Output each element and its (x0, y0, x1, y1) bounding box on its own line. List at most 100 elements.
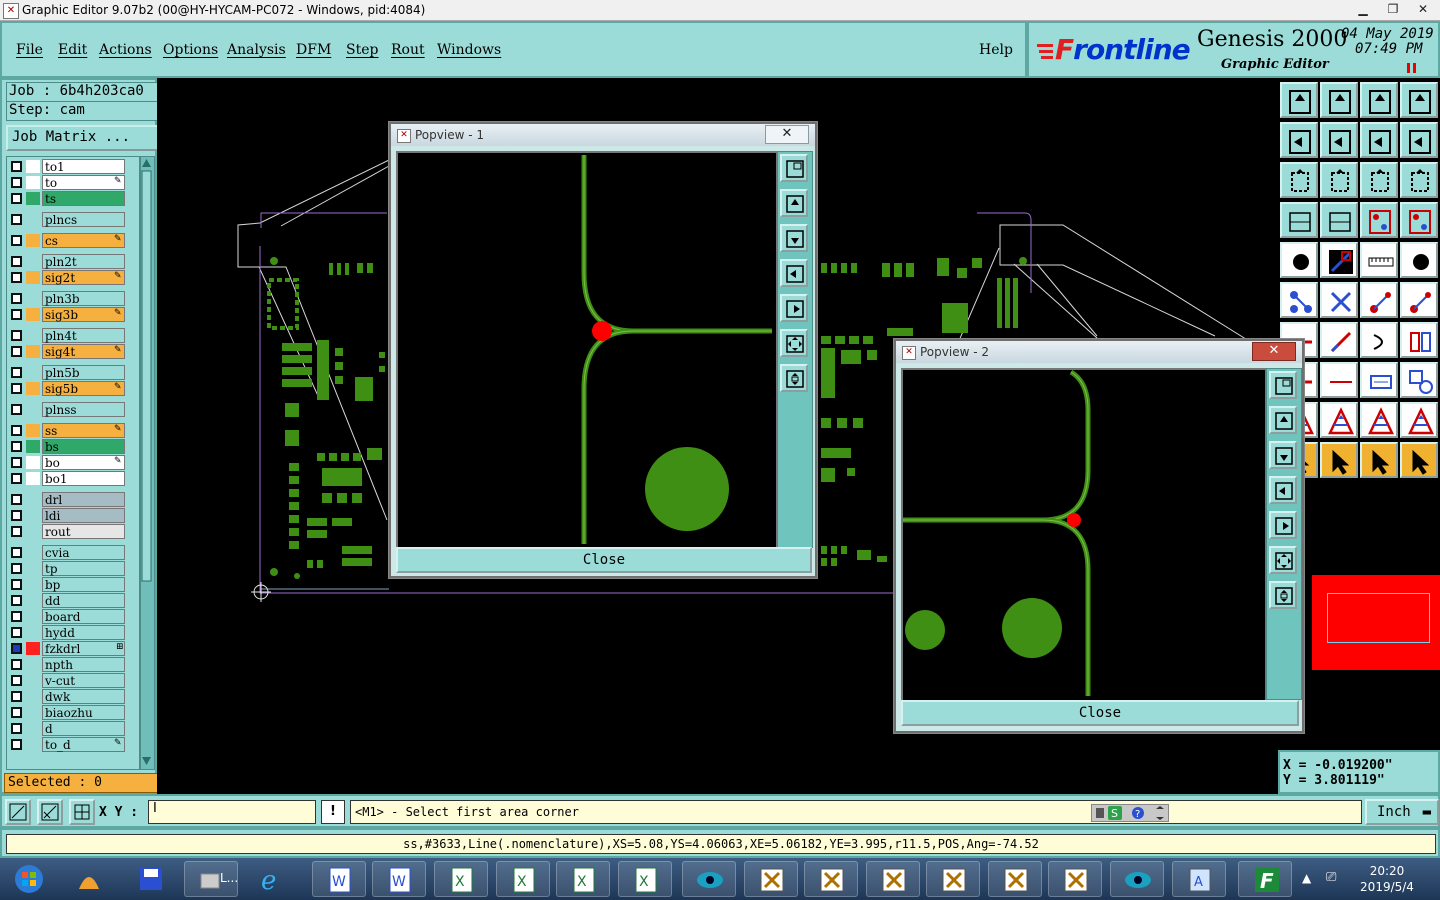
layer-checkbox[interactable] (11, 161, 22, 172)
taskbar-excel-doc-2[interactable]: X (496, 861, 550, 897)
layer-row[interactable]: bs (7, 439, 139, 454)
system-clock[interactable]: 20:20 2019/5/4 (1352, 863, 1422, 895)
network-icon[interactable]: ⎚ (1326, 870, 1336, 885)
layer-checkbox[interactable] (11, 272, 22, 283)
layer-row[interactable]: ss ✎ (7, 423, 139, 438)
layer-row[interactable]: pln2t (7, 254, 139, 269)
layer-checkbox[interactable] (11, 659, 22, 670)
home-button[interactable] (1360, 82, 1398, 118)
left-pan-button[interactable] (1280, 122, 1318, 158)
layer-checkbox[interactable] (11, 177, 22, 188)
layer-row[interactable]: npth (7, 657, 139, 672)
layer-checkbox[interactable] (11, 595, 22, 606)
layer-checkbox[interactable] (11, 346, 22, 357)
menu-rout[interactable]: Rout (391, 42, 425, 58)
layer-name[interactable]: to1 (42, 159, 125, 174)
layer-row[interactable]: ldi (7, 508, 139, 523)
pv-center-button[interactable] (780, 364, 808, 392)
layer-checkbox[interactable] (11, 611, 22, 622)
pointer-route-2-button[interactable] (1400, 442, 1438, 478)
pv-zoom-window-button[interactable] (780, 154, 808, 182)
layer-display-toggle[interactable] (26, 525, 40, 538)
line-diagonal-button[interactable] (1320, 322, 1358, 358)
pv-fit-button[interactable] (1269, 546, 1297, 574)
layer-checkbox[interactable] (11, 293, 22, 304)
layer-name[interactable]: d (42, 721, 125, 736)
layer-name[interactable]: ts (42, 191, 125, 206)
layer-checkbox[interactable] (11, 457, 22, 468)
taskbar-notepad-app[interactable]: A (1172, 861, 1226, 897)
layer-row[interactable]: to_d ✎ (7, 737, 139, 752)
layer-display-toggle[interactable] (26, 192, 40, 205)
layer-name[interactable]: sig5b (42, 381, 125, 396)
layer-display-toggle[interactable] (26, 690, 40, 703)
layer-name[interactable]: bo1 (42, 471, 125, 486)
tray-expand-icon[interactable]: ▲ (1302, 871, 1311, 885)
layer-display-toggle[interactable] (26, 509, 40, 522)
minimize-button[interactable]: ▁ (1348, 0, 1378, 20)
layer-name[interactable]: sig3b (42, 307, 125, 322)
layer-row[interactable]: ts (7, 191, 139, 206)
right-pan-button[interactable] (1320, 122, 1358, 158)
layer-name[interactable]: tp (42, 561, 125, 576)
maximize-button[interactable]: ❐ (1378, 0, 1408, 20)
layers-red-2-button[interactable] (1400, 202, 1438, 238)
layer-row[interactable]: biaozhu (7, 705, 139, 720)
layer-row[interactable]: bo1 (7, 471, 139, 486)
draw-line-button[interactable] (1320, 242, 1358, 278)
layer-name[interactable]: sig4t (42, 344, 125, 359)
pv-pan-right-button[interactable] (780, 294, 808, 322)
pv-page-down-button[interactable] (1269, 441, 1297, 469)
layer-name[interactable]: fzkdrl (42, 641, 125, 656)
job-matrix-button[interactable]: Job Matrix ... (6, 125, 160, 151)
layer-display-toggle[interactable] (26, 382, 40, 395)
pv-page-up-button[interactable] (1269, 406, 1297, 434)
taskbar-ie-browser[interactable]: e (246, 861, 300, 897)
help-query-button[interactable] (1400, 162, 1438, 198)
layer-display-toggle[interactable] (26, 176, 40, 189)
unit-selector[interactable]: Inch ▬ (1365, 799, 1439, 825)
taskbar-word-doc[interactable]: W (312, 861, 366, 897)
popview-1-view[interactable] (396, 151, 778, 550)
page-up-button[interactable] (1280, 82, 1318, 118)
taskbar-word-doc-2[interactable]: W (372, 861, 426, 897)
layer-display-toggle[interactable] (26, 562, 40, 575)
pv-page-down-button[interactable] (780, 224, 808, 252)
layer-display-toggle[interactable] (26, 546, 40, 559)
layer-name[interactable]: pln5b (42, 365, 125, 380)
layer-row[interactable]: drl (7, 492, 139, 507)
grid-button[interactable] (69, 799, 95, 825)
zoom-center-button[interactable] (1320, 162, 1358, 198)
popview-2-titlebar[interactable]: ✕ Popview - 2 ✕ (896, 341, 1302, 363)
layer-name[interactable]: plnss (42, 402, 125, 417)
triangle-a-4-button[interactable] (1400, 402, 1438, 438)
layer-name[interactable]: bp (42, 577, 125, 592)
layer-name[interactable]: dd (42, 593, 125, 608)
layer-name[interactable]: to_d (42, 737, 125, 752)
taskbar-save-app[interactable] (124, 861, 178, 897)
layer-row[interactable]: dd (7, 593, 139, 608)
layer-row[interactable]: cvia (7, 545, 139, 560)
layer-checkbox[interactable] (11, 214, 22, 225)
layer-row[interactable]: sig3b ✎ (7, 307, 139, 322)
layer-display-toggle[interactable] (26, 255, 40, 268)
layer-row[interactable]: sig4t ✎ (7, 344, 139, 359)
layer-row[interactable]: bp (7, 577, 139, 592)
zoom-area-button[interactable] (5, 799, 31, 825)
cross-select-button[interactable] (1320, 282, 1358, 318)
arc-tool-button[interactable] (1360, 282, 1398, 318)
layer-display-toggle[interactable] (26, 366, 40, 379)
layer-checkbox[interactable] (11, 330, 22, 341)
layer-checkbox[interactable] (11, 235, 22, 246)
taskbar-genesis-window-2[interactable] (804, 861, 858, 897)
layer-checkbox[interactable] (11, 627, 22, 638)
menu-step[interactable]: Step (346, 42, 378, 58)
layer-row[interactable]: v-cut (7, 673, 139, 688)
layer-display-toggle[interactable] (26, 403, 40, 416)
grid-view-button[interactable] (1320, 202, 1358, 238)
layer-row[interactable]: d (7, 721, 139, 736)
layer-checkbox[interactable] (11, 404, 22, 415)
close-window-button[interactable]: ✕ (1408, 0, 1438, 20)
zoom-range-button[interactable] (1320, 362, 1358, 398)
layer-row[interactable]: pln4t (7, 328, 139, 343)
